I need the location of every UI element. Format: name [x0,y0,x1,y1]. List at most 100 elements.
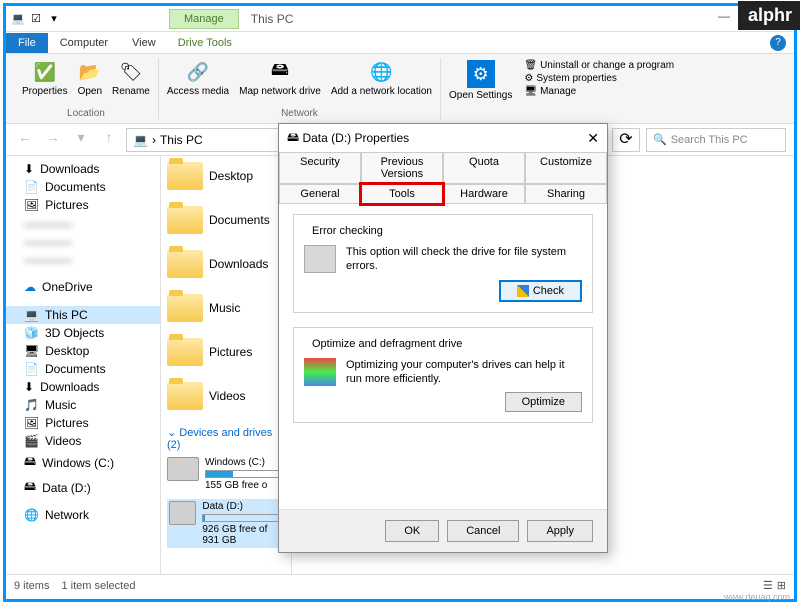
status-items: 9 items [14,580,49,592]
cancel-button[interactable]: Cancel [447,520,519,542]
sidebar-item-pictures[interactable]: 🖼Pictures [6,196,160,214]
refresh-button[interactable]: ⟳ [612,128,640,152]
nav-sidebar: ⬇Downloads 📄Documents 🖼Pictures ▬▬▬▬ ▬▬▬… [6,156,161,574]
sidebar-item-data-d[interactable]: 🖴Data (D:) [6,475,160,500]
forward-button[interactable]: → [42,129,64,151]
titlebar: 💻 ☑ ▾ Manage This PC — ▢ ✕ [6,6,794,32]
sidebar-item-3dobjects[interactable]: 🧊3D Objects [6,324,160,342]
shield-icon [517,285,529,297]
drive-icon: 🖴 [287,128,299,149]
ok-button[interactable]: OK [385,520,439,542]
drive-check-icon [304,245,336,273]
folder-documents[interactable]: Documents [167,206,285,234]
gear-icon: ⚙ [524,73,533,84]
search-input[interactable]: 🔍 Search This PC [646,128,786,152]
apply-button[interactable]: Apply [527,520,593,542]
dialog-buttons: OK Cancel Apply [279,509,607,552]
pc-icon: 💻 [133,133,148,147]
tab-quota[interactable]: Quota [443,152,525,184]
ribbon: ✅Properties 📂Open 🏷Rename Location 🔗Acce… [6,54,794,124]
uninstall-icon: 🗑 [524,60,537,71]
search-placeholder: Search This PC [671,134,748,146]
folder-downloads[interactable]: Downloads [167,250,285,278]
app-icon: 💻 [10,11,26,27]
map-drive-button[interactable]: 🖴Map network drive [237,58,323,99]
tab-customize[interactable]: Customize [525,152,607,184]
tab-tools[interactable]: Tools [361,184,443,204]
details-view-icon[interactable]: ☰ [763,579,773,592]
add-network-location-button[interactable]: 🌐Add a network location [329,58,434,99]
up-button[interactable]: ↑ [98,129,120,151]
folder-videos[interactable]: Videos [167,382,285,410]
devices-header[interactable]: ⌄ Devices and drives (2) [167,426,285,451]
tab-sharing[interactable]: Sharing [525,184,607,204]
manage-link[interactable]: 🖥Manage [524,86,674,97]
folder-pictures[interactable]: Pictures [167,338,285,366]
check-button[interactable]: Check [499,280,582,302]
sidebar-item-blur1[interactable]: ▬▬▬▬ [6,214,160,232]
network-group-label: Network [281,108,318,119]
uninstall-link[interactable]: 🗑Uninstall or change a program [524,60,674,71]
dialog-titlebar: 🖴 Data (D:) Properties ✕ [279,124,607,152]
dialog-title: Data (D:) Properties [302,131,409,145]
help-icon[interactable]: ? [770,35,786,51]
error-checking-group: Error checking This option will check th… [293,214,593,313]
tab-hardware[interactable]: Hardware [443,184,525,204]
status-selected: 1 item selected [61,580,135,592]
sidebar-item-documents2[interactable]: 📄Documents [6,360,160,378]
optimize-group: Optimize and defragment drive Optimizing… [293,327,593,424]
dialog-close-button[interactable]: ✕ [587,130,599,147]
sidebar-item-videos[interactable]: 🎬Videos [6,432,160,450]
dialog-tabs: Security Previous Versions Quota Customi… [279,152,607,204]
tiles-view-icon[interactable]: ⊞ [777,579,786,592]
sidebar-item-blur3[interactable]: ▬▬▬▬ [6,250,160,268]
tab-computer[interactable]: Computer [48,33,120,53]
sidebar-item-onedrive[interactable]: ☁OneDrive [6,278,160,296]
alphr-badge: alphr [738,1,800,30]
window-title: This PC [251,12,294,26]
drive-windows-c[interactable]: Windows (C:)155 GB free o [167,457,285,491]
open-button[interactable]: 📂Open [76,58,104,99]
watermark: www.deuaq.com [724,592,790,602]
drive-data-d[interactable]: Data (D:)926 GB free of 931 GB [167,499,285,548]
sidebar-item-windows-c[interactable]: 🖴Windows (C:) [6,450,160,475]
folder-desktop[interactable]: Desktop [167,162,285,190]
tab-general[interactable]: General [279,184,361,204]
system-properties-link[interactable]: ⚙System properties [524,73,674,84]
qa-dropdown-icon[interactable]: ▾ [46,11,62,27]
access-media-button[interactable]: 🔗Access media [165,58,231,99]
back-button[interactable]: ← [14,129,36,151]
tools-highlight [359,182,445,206]
sidebar-item-downloads2[interactable]: ⬇Downloads [6,378,160,396]
sidebar-item-documents[interactable]: 📄Documents [6,178,160,196]
location-group-label: Location [67,108,105,119]
sidebar-item-downloads[interactable]: ⬇Downloads [6,160,160,178]
minimize-button[interactable]: — [710,9,738,29]
qa-properties-icon[interactable]: ☑ [28,11,44,27]
sidebar-item-pictures2[interactable]: 🖼Pictures [6,414,160,432]
optimize-button[interactable]: Optimize [505,392,582,412]
tab-drive-tools[interactable]: Drive Tools [168,33,242,53]
tab-file[interactable]: File [6,33,48,53]
sidebar-item-music[interactable]: 🎵Music [6,396,160,414]
search-icon: 🔍 [653,133,667,146]
tab-view[interactable]: View [120,33,168,53]
sidebar-item-this-pc[interactable]: 💻This PC [6,306,160,324]
history-dropdown[interactable]: ▾ [70,129,92,151]
defrag-icon [304,358,336,386]
sidebar-item-blur2[interactable]: ▬▬▬▬ [6,232,160,250]
optimize-text: Optimizing your computer's drives can he… [346,358,582,387]
open-settings-button[interactable]: ⚙Open Settings [447,58,514,103]
manage-icon: 🖥 [524,86,537,97]
error-checking-title: Error checking [308,225,387,237]
folder-music[interactable]: Music [167,294,285,322]
properties-button[interactable]: ✅Properties [20,58,70,99]
sidebar-item-desktop[interactable]: 🖥Desktop [6,342,160,360]
manage-context-tab[interactable]: Manage [169,9,239,29]
tab-previous-versions[interactable]: Previous Versions [361,152,443,184]
sidebar-item-network[interactable]: 🌐Network [6,506,160,524]
optimize-title: Optimize and defragment drive [308,338,466,350]
rename-button[interactable]: 🏷Rename [110,58,152,99]
dialog-body: Error checking This option will check th… [279,204,607,509]
tab-security[interactable]: Security [279,152,361,184]
